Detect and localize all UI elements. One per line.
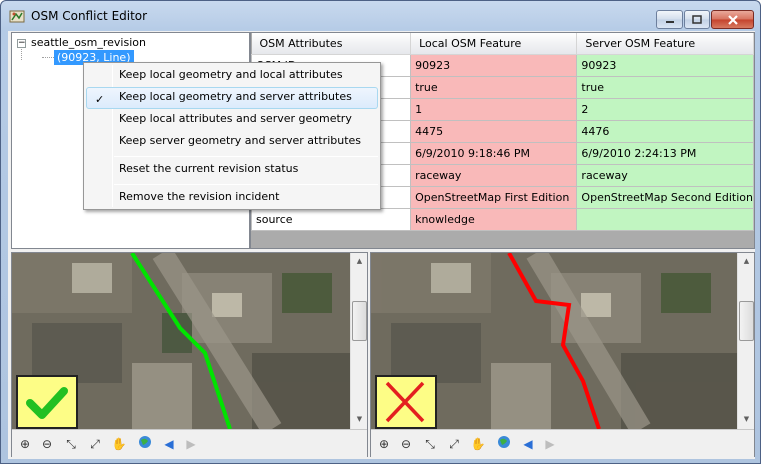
column-header-osm-attributes[interactable]: OSM Attributes [251,33,412,55]
full-extent-icon[interactable] [495,435,513,453]
server-cell[interactable]: 2 [576,97,754,121]
menu-item-keep-server-server[interactable]: Keep server geometry and server attribut… [86,131,378,153]
menu-item-label: Keep local geometry and server attribute… [119,90,352,103]
zoom-out-icon[interactable]: ⊖ [397,435,415,453]
collapse-icon[interactable]: − [17,39,26,48]
local-cell[interactable]: 4475 [410,119,578,143]
resolution-context-menu: Keep local geometry and local attributes… [83,62,381,210]
tree-connector-h [42,57,54,58]
scroll-thumb[interactable] [352,301,367,341]
forward-arrow-icon[interactable]: ▶ [182,435,200,453]
x-mark-icon [385,381,425,423]
server-map-toolbar: ⊕ ⊖ ⤡ ⤢ ✋ ◀ ▶ [371,429,754,457]
local-cell[interactable]: 90923 [410,53,578,77]
column-header-server-feature[interactable]: Server OSM Feature [576,33,754,55]
close-button[interactable] [711,10,754,29]
menu-separator [114,184,378,185]
local-cell[interactable]: 1 [410,97,578,121]
server-cell[interactable] [576,207,754,231]
column-header-local-feature[interactable]: Local OSM Feature [410,33,578,55]
scroll-down-icon[interactable]: ▼ [740,413,753,426]
server-cell[interactable]: 90923 [576,53,754,77]
client-area: − seattle_osm_revision (90923, Line) OSM… [8,31,755,459]
zoom-out-icon[interactable]: ⊖ [38,435,56,453]
server-map-panel: ▲ ▼ ⊕ ⊖ ⤡ ⤢ ✋ ◀ ▶ [370,252,755,457]
menu-item-keep-local-attr-server-geom[interactable]: Keep local attributes and server geometr… [86,109,378,131]
fixed-zoom-out-icon[interactable]: ⤢ [86,435,104,453]
back-arrow-icon[interactable]: ◀ [519,435,537,453]
server-map-scrollbar[interactable]: ▲ ▼ [737,253,754,429]
forward-arrow-icon[interactable]: ▶ [541,435,559,453]
zoom-in-icon[interactable]: ⊕ [16,435,34,453]
local-map-toolbar: ⊕ ⊖ ⤡ ⤢ ✋ ◀ ▶ [12,429,367,457]
local-map-view[interactable] [12,253,351,429]
close-icon [727,14,738,25]
window-title: OSM Conflict Editor [31,9,148,23]
title-bar[interactable]: OSM Conflict Editor [1,1,760,31]
menu-item-reset-status[interactable]: Reset the current revision status [86,159,378,181]
full-extent-icon[interactable] [136,435,154,453]
reject-status-box [375,375,437,429]
local-map-scrollbar[interactable]: ▲ ▼ [350,253,367,429]
fixed-zoom-out-icon[interactable]: ⤢ [445,435,463,453]
local-cell[interactable]: OpenStreetMap First Edition [410,185,578,209]
check-icon: ✓ [95,93,105,106]
menu-item-label: Keep local geometry and local attributes [119,68,343,81]
menu-separator [114,156,378,157]
back-arrow-icon[interactable]: ◀ [160,435,178,453]
scroll-up-icon[interactable]: ▲ [353,255,366,268]
accept-status-box [16,375,78,429]
tree-root-node[interactable]: seattle_osm_revision [31,36,146,49]
server-cell[interactable]: raceway [576,163,754,187]
menu-item-label: Reset the current revision status [119,162,299,175]
minimize-icon [665,20,674,23]
app-icon [9,10,25,23]
minimize-button[interactable] [656,10,683,29]
local-cell[interactable]: knowledge [410,207,578,231]
local-map-panel: ▲ ▼ ⊕ ⊖ ⤡ ⤢ ✋ ◀ ▶ [11,252,368,457]
menu-item-label: Keep server geometry and server attribut… [119,134,362,147]
scroll-thumb[interactable] [739,301,754,341]
attr-cell[interactable]: source [251,207,412,231]
restore-icon [692,14,702,24]
server-cell[interactable]: OpenStreetMap Second Edition [576,185,754,209]
server-cell[interactable]: 6/9/2010 2:24:13 PM [576,141,754,165]
menu-item-label: Remove the revision incident [119,190,280,203]
grid-header-row: OSM Attributes Local OSM Feature Server … [251,33,754,55]
server-cell[interactable]: true [576,75,754,99]
table-row[interactable]: source knowledge [251,207,754,231]
osm-conflict-editor-window: OSM Conflict Editor − seattle_osm_revisi… [0,0,761,464]
zoom-in-icon[interactable]: ⊕ [375,435,393,453]
scroll-down-icon[interactable]: ▼ [353,413,366,426]
pan-icon[interactable]: ✋ [110,435,128,453]
checkmark-icon [26,387,68,419]
local-cell[interactable]: true [410,75,578,99]
menu-item-keep-local-server[interactable]: ✓ Keep local geometry and server attribu… [86,87,378,109]
tree-connector [21,49,22,60]
scroll-up-icon[interactable]: ▲ [740,255,753,268]
menu-item-remove-incident[interactable]: Remove the revision incident [86,187,378,209]
local-cell[interactable]: 6/9/2010 9:18:46 PM [410,141,578,165]
menu-item-keep-local-local[interactable]: Keep local geometry and local attributes [86,65,378,87]
menu-item-label: Keep local attributes and server geometr… [119,112,352,125]
server-map-view[interactable] [371,253,738,429]
pan-icon[interactable]: ✋ [469,435,487,453]
local-cell[interactable]: raceway [410,163,578,187]
server-cell[interactable]: 4476 [576,119,754,143]
maximize-button[interactable] [684,10,710,29]
fixed-zoom-in-icon[interactable]: ⤡ [62,435,80,453]
fixed-zoom-in-icon[interactable]: ⤡ [421,435,439,453]
